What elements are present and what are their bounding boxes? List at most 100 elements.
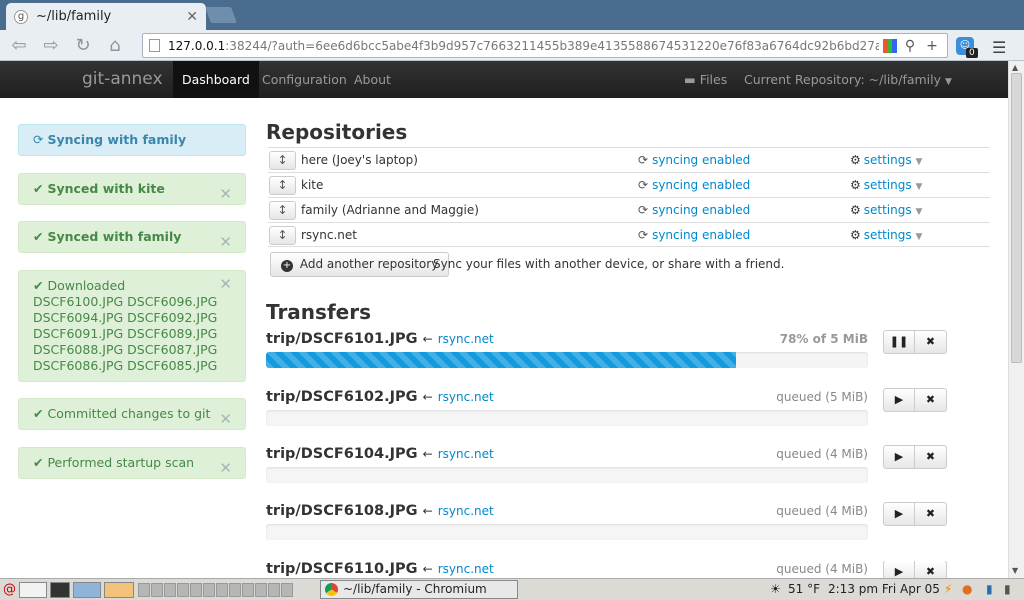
pause-button[interactable]: ❚❚ (883, 330, 915, 354)
transfer-source-link[interactable]: rsync.net (438, 562, 494, 576)
drag-handle-icon[interactable]: ↕ (269, 176, 296, 195)
close-icon: ✖ (925, 393, 936, 406)
nav-about[interactable]: About (345, 61, 400, 98)
workspace-pager[interactable] (281, 582, 293, 597)
app-launcher-icon[interactable] (104, 581, 134, 598)
power-icon[interactable]: ⚡ (944, 582, 952, 596)
transfer-controls: ❚❚ ✖ (883, 330, 947, 354)
taskbar-window-button[interactable]: ~/lib/family - Chromium (320, 580, 518, 599)
workspace-pager[interactable] (164, 582, 176, 597)
repository-name: family (Adrianne and Maggie) (301, 203, 479, 217)
home-icon[interactable]: ⌂ (102, 33, 128, 57)
workspace-pager[interactable] (177, 582, 189, 597)
browser-tab[interactable]: g ~/lib/family ✕ (6, 3, 206, 30)
settings-dropdown[interactable]: ⚙ settings ▼ (850, 153, 922, 167)
workspace-pager[interactable] (190, 582, 202, 597)
forward-icon[interactable]: ⇨ (38, 33, 64, 57)
cancel-button[interactable]: ✖ (915, 388, 947, 412)
terminal-icon[interactable] (50, 581, 70, 598)
file-line: DSCF6088.JPG DSCF6087.JPG (33, 342, 218, 357)
gear-icon: ⚙ (850, 153, 861, 167)
transfer-source-link[interactable]: rsync.net (438, 332, 494, 346)
settings-dropdown[interactable]: ⚙ settings ▼ (850, 178, 922, 192)
sync-toggle[interactable]: ⟳ syncing enabled (638, 228, 750, 242)
close-icon: ✖ (925, 450, 936, 463)
workspace-pager[interactable] (203, 582, 215, 597)
settings-dropdown[interactable]: ⚙ settings ▼ (850, 203, 922, 217)
transfer-controls: ▶ ✖ (883, 502, 947, 526)
bookmark-add-icon[interactable]: + (923, 38, 941, 54)
nav-dashboard[interactable]: Dashboard (173, 61, 259, 98)
nav-current-repository[interactable]: Current Repository: ~/lib/family ▼ (744, 61, 952, 98)
alert-close-icon[interactable]: ✕ (219, 453, 232, 483)
cancel-button[interactable]: ✖ (915, 502, 947, 526)
transfer-source-link[interactable]: rsync.net (438, 447, 494, 461)
workspace-pager[interactable] (268, 582, 280, 597)
add-repository-button[interactable]: + Add another repository (270, 252, 450, 277)
scroll-down-icon[interactable]: ▼ (1012, 566, 1018, 575)
file-line: DSCF6086.JPG DSCF6085.JPG (33, 358, 218, 373)
debian-menu-icon[interactable]: @ (3, 582, 16, 597)
zoom-icon[interactable]: ⚲ (901, 38, 919, 54)
color-extension-icon[interactable] (883, 38, 897, 53)
alert-synced-kite: ✔ Synced with kite ✕ (18, 173, 246, 205)
start-button[interactable]: ▶ (883, 445, 915, 469)
show-desktop-icon[interactable] (19, 581, 47, 598)
transfer-source-link[interactable]: rsync.net (438, 390, 494, 404)
nav-files[interactable]: ▬ Files (684, 61, 727, 98)
start-button[interactable]: ▶ (883, 561, 915, 578)
scrollbar-thumb[interactable] (1011, 73, 1022, 363)
network-signal-icon[interactable]: ▮ (986, 582, 993, 596)
workspace-pager[interactable] (151, 582, 163, 597)
tab-close-icon[interactable]: ✕ (186, 9, 198, 25)
address-bar[interactable]: 127.0.0.1:38244/?auth=6ee6d6bcc5abe4f3b9… (142, 33, 948, 58)
page-scrollbar[interactable]: ▲ ▼ (1008, 61, 1024, 578)
workspace-pager[interactable] (138, 582, 150, 597)
check-icon: ✔ (33, 181, 44, 196)
start-button[interactable]: ▶ (883, 388, 915, 412)
sync-icon: ⟳ (638, 178, 649, 192)
alert-close-icon[interactable]: ✕ (219, 276, 232, 292)
new-tab-button[interactable] (205, 7, 237, 23)
workspace-pager[interactable] (242, 582, 254, 597)
back-icon[interactable]: ⇦ (6, 33, 32, 57)
downloaded-file-list: DSCF6100.JPG DSCF6096.JPG DSCF6094.JPG D… (33, 294, 231, 374)
tab-title: ~/lib/family (36, 9, 112, 24)
workspace-pager[interactable] (255, 582, 267, 597)
nav-configuration[interactable]: Configuration (253, 61, 356, 98)
alert-close-icon[interactable]: ✕ (219, 227, 232, 257)
drag-handle-icon[interactable]: ↕ (269, 226, 296, 245)
cancel-button[interactable]: ✖ (915, 330, 947, 354)
left-arrow-icon: ← (422, 562, 433, 576)
transfer-source-link[interactable]: rsync.net (438, 504, 494, 518)
drag-handle-icon[interactable]: ↕ (269, 151, 296, 170)
workspace-pager[interactable] (216, 582, 228, 597)
settings-dropdown[interactable]: ⚙ settings ▼ (850, 228, 922, 242)
sync-toggle[interactable]: ⟳ syncing enabled (638, 203, 750, 217)
cancel-button[interactable]: ✖ (915, 445, 947, 469)
browser-launcher-icon[interactable] (73, 581, 101, 598)
workspace-pager[interactable] (229, 582, 241, 597)
browser-menu-icon[interactable]: ☰ (992, 38, 1006, 57)
drag-handle-icon[interactable]: ↕ (269, 201, 296, 220)
scroll-up-icon[interactable]: ▲ (1012, 63, 1018, 72)
chromium-icon (325, 583, 338, 596)
progress-bar (266, 352, 868, 368)
alert-close-icon[interactable]: ✕ (219, 179, 232, 209)
alert-close-icon[interactable]: ✕ (219, 404, 232, 434)
check-icon: ✔ (33, 278, 44, 293)
progress-fill (266, 352, 736, 368)
transfer-status: queued (4 MiB) (776, 447, 868, 461)
alert-downloaded: ✔ Downloaded ✕ DSCF6100.JPG DSCF6096.JPG… (18, 270, 246, 382)
sync-toggle[interactable]: ⟳ syncing enabled (638, 178, 750, 192)
clock[interactable]: 2:13 pm Fri Apr 05 (828, 582, 940, 596)
transfer-filename: trip/DSCF6101.JPG ← rsync.net (266, 331, 494, 347)
brand-logo[interactable]: git-annex (82, 69, 163, 89)
start-button[interactable]: ▶ (883, 502, 915, 526)
notification-icon[interactable]: ● (962, 582, 972, 596)
cancel-button[interactable]: ✖ (915, 561, 947, 578)
sync-icon: ⟳ (638, 228, 649, 242)
volume-icon[interactable]: ▮ (1004, 582, 1011, 596)
reload-icon[interactable]: ↻ (70, 33, 96, 57)
sync-toggle[interactable]: ⟳ syncing enabled (638, 153, 750, 167)
